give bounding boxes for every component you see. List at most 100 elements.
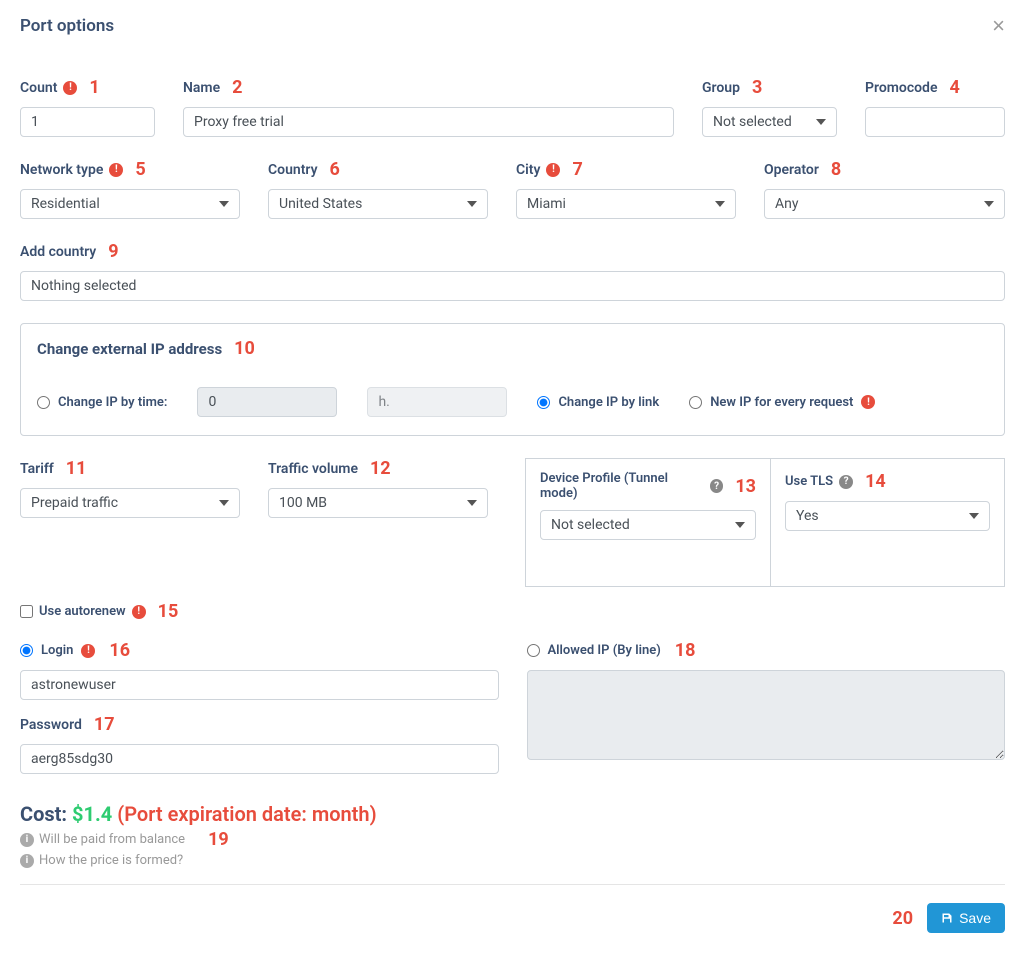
annotation-number: 16	[109, 640, 130, 661]
password-label: Password	[20, 717, 82, 733]
port-options-modal: Port options × Count ! 1 Name 2	[0, 0, 1025, 953]
annotation-number: 14	[865, 471, 886, 492]
save-icon	[941, 912, 953, 924]
promocode-field: Promocode 4	[865, 77, 1005, 137]
allowed-ip-textarea	[527, 670, 1006, 760]
info-icon: !	[63, 81, 77, 95]
annotation-number: 6	[330, 159, 340, 180]
help-icon: ?	[839, 475, 853, 489]
add-country-input[interactable]	[20, 271, 1005, 301]
cost-expiration: (Port expiration date: month)	[117, 802, 376, 826]
count-field: Count ! 1	[20, 77, 155, 137]
network-type-label: Network type	[20, 162, 103, 178]
country-select[interactable]: United States	[268, 189, 488, 219]
modal-title: Port options	[20, 16, 114, 36]
hint-price-text: How the price is formed?	[39, 853, 183, 868]
traffic-volume-label: Traffic volume	[268, 461, 358, 477]
annotation-number: 5	[135, 159, 145, 180]
group-select[interactable]: Not selected	[702, 107, 837, 137]
device-profile-label: Device Profile (Tunnel mode)	[540, 471, 704, 501]
password-input[interactable]	[20, 744, 499, 774]
device-profile-select[interactable]: Not selected	[540, 510, 756, 540]
city-field: City ! 7 Miami	[516, 159, 736, 219]
allowed-ip-option: Allowed IP (By line) 18	[527, 640, 1006, 661]
annotation-number: 10	[234, 338, 255, 359]
traffic-volume-field: Traffic volume 12 100 MB	[268, 458, 488, 587]
city-select[interactable]: Miami	[516, 189, 736, 219]
promocode-input[interactable]	[865, 107, 1005, 137]
autorenew-row: Use autorenew ! 15	[20, 601, 1005, 622]
new-ip-request-label: New IP for every request	[710, 395, 853, 410]
hint-balance: i Will be paid from balance 19	[20, 829, 1005, 850]
info-icon: !	[546, 163, 560, 177]
tariff-select[interactable]: Prepaid traffic	[20, 488, 240, 518]
cost-label: Cost:	[20, 802, 67, 826]
use-tls-label: Use TLS	[785, 474, 833, 489]
close-button[interactable]: ×	[992, 15, 1005, 37]
annotation-number: 11	[66, 458, 87, 479]
city-label: City	[516, 162, 540, 178]
country-field: Country 6 United States	[268, 159, 488, 219]
name-label: Name	[183, 80, 220, 96]
annotation-number: 4	[949, 77, 959, 98]
annotation-number: 3	[752, 77, 762, 98]
annotation-number: 18	[675, 640, 696, 661]
annotation-number: 7	[572, 159, 582, 180]
allowed-ip-label: Allowed IP (By line)	[548, 643, 661, 658]
annotation-number: 12	[370, 458, 391, 479]
save-button[interactable]: Save	[927, 903, 1005, 933]
change-ip-link-radio[interactable]	[537, 396, 550, 409]
group-label: Group	[702, 80, 740, 96]
new-ip-request-radio[interactable]	[689, 396, 702, 409]
change-ip-time-option: Change IP by time:	[37, 395, 167, 410]
info-icon: !	[861, 395, 875, 409]
info-icon: !	[81, 644, 95, 658]
save-button-label: Save	[959, 910, 991, 926]
new-ip-request-option: New IP for every request !	[689, 395, 875, 410]
info-icon: !	[109, 163, 123, 177]
name-input[interactable]	[183, 107, 674, 137]
login-input[interactable]	[20, 670, 499, 700]
ip-time-unit-select: h.	[367, 387, 507, 417]
annotation-number: 2	[232, 77, 242, 98]
change-ip-time-label: Change IP by time:	[58, 395, 167, 410]
login-option: Login ! 16	[20, 640, 499, 661]
change-ip-section: Change external IP address 10 Change IP …	[20, 323, 1005, 436]
login-radio[interactable]	[20, 644, 33, 657]
annotation-number: 15	[158, 601, 179, 622]
info-icon: i	[20, 833, 34, 847]
form-body: Count ! 1 Name 2 Group 3 Not selected	[20, 47, 1005, 933]
autorenew-checkbox[interactable]	[20, 605, 33, 618]
autorenew-label: Use autorenew	[39, 604, 126, 619]
info-icon: i	[20, 854, 34, 868]
annotation-number: 20	[892, 908, 913, 929]
annotation-number: 17	[94, 714, 115, 735]
annotation-number: 19	[208, 829, 229, 850]
network-type-field: Network type ! 5 Residential	[20, 159, 240, 219]
promocode-label: Promocode	[865, 80, 937, 96]
change-ip-link-option: Change IP by link	[537, 395, 659, 410]
modal-header: Port options ×	[20, 15, 1005, 47]
change-ip-time-radio[interactable]	[37, 396, 50, 409]
traffic-volume-select[interactable]: 100 MB	[268, 488, 488, 518]
add-country-field: Add country 9	[20, 241, 1005, 301]
name-field: Name 2	[183, 77, 674, 137]
add-country-label: Add country	[20, 244, 96, 260]
cost-section: Cost: $1.4 (Port expiration date: month)…	[20, 802, 1005, 868]
allowed-ip-radio[interactable]	[527, 644, 540, 657]
count-input[interactable]	[20, 107, 155, 137]
operator-select[interactable]: Any	[764, 189, 1005, 219]
count-label: Count	[20, 80, 57, 96]
use-tls-select[interactable]: Yes	[785, 501, 990, 531]
change-ip-link-label: Change IP by link	[558, 395, 659, 410]
tariff-label: Tariff	[20, 461, 54, 477]
country-label: Country	[268, 162, 318, 178]
login-label: Login	[41, 643, 73, 658]
operator-field: Operator 8 Any	[764, 159, 1005, 219]
change-ip-title: Change external IP address	[37, 340, 222, 358]
ip-time-value-input	[197, 387, 337, 417]
annotation-number: 1	[89, 77, 99, 98]
network-type-select[interactable]: Residential	[20, 189, 240, 219]
operator-label: Operator	[764, 162, 819, 178]
help-icon: ?	[710, 479, 724, 493]
